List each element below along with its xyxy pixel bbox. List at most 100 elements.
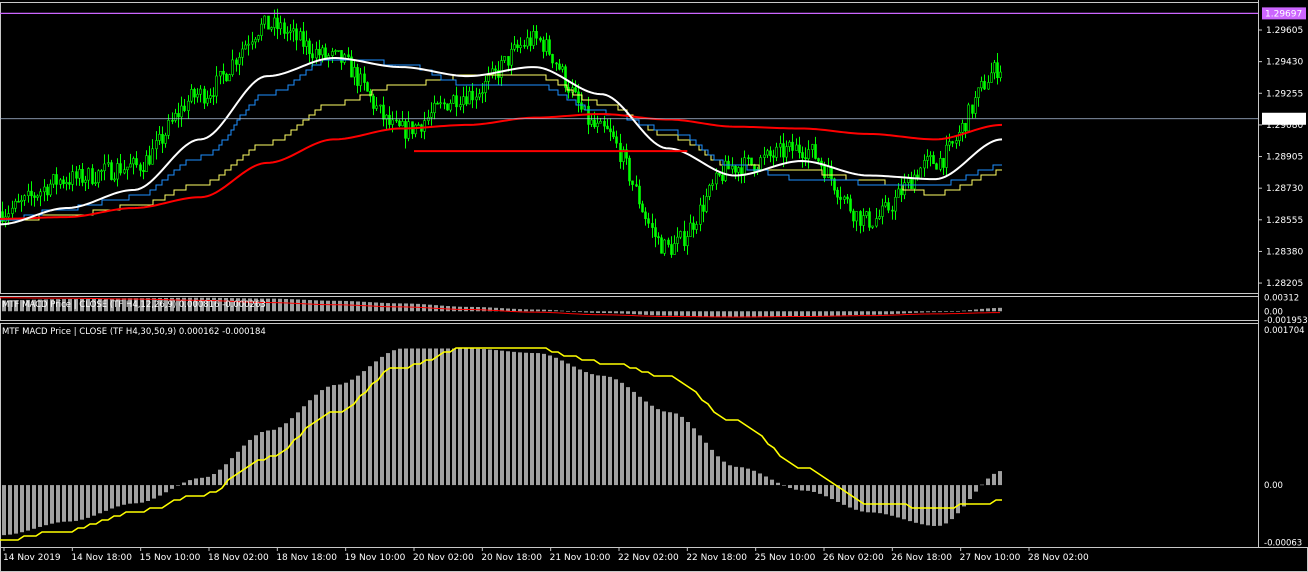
candle-body [209, 95, 212, 99]
candle-body [84, 179, 87, 183]
macd1-bar [770, 311, 774, 317]
macd2-bar [998, 471, 1002, 486]
candle-body [695, 224, 698, 230]
macd2-bar [290, 418, 294, 486]
macd2-bar [350, 379, 354, 486]
candle-body [747, 157, 750, 160]
candle-body [318, 48, 321, 56]
macd2-bar [482, 349, 486, 486]
macd2-bar [992, 473, 996, 486]
candle-body [939, 158, 942, 170]
macd2-bar [494, 350, 498, 486]
macd1-bar [842, 311, 846, 316]
macd1-bar [614, 311, 618, 314]
macd2-bar [806, 485, 810, 491]
candle-body [926, 156, 929, 161]
candle-body [231, 59, 234, 75]
macd2-bar [302, 406, 306, 486]
time-tick-label: 25 Nov 10:00 [755, 553, 816, 563]
macd2-bar [326, 386, 330, 486]
macd2-bar [320, 390, 324, 486]
candle-body [423, 120, 426, 132]
macd2-bar [458, 348, 462, 486]
candle-body [910, 177, 913, 190]
candle-body [785, 146, 788, 158]
candle-body [638, 185, 641, 205]
candle-body [510, 48, 513, 66]
macd2-bar [2, 485, 6, 536]
candle-body [590, 119, 593, 125]
candle-body [894, 196, 897, 212]
time-tick-label: 26 Nov 02:00 [823, 553, 884, 563]
candle-body [235, 59, 238, 65]
macd2-bar [128, 485, 132, 504]
candle-body [363, 73, 366, 83]
candle-body [628, 157, 631, 182]
macd1-bar [338, 300, 342, 312]
macd2-bar [842, 485, 846, 505]
candle-body [731, 165, 734, 170]
candle-body [990, 72, 993, 83]
macd2-bar [206, 476, 210, 486]
macd1-bar [686, 311, 690, 316]
macd2-bar [890, 485, 894, 516]
candle-body [203, 88, 206, 104]
macd2-bar [614, 379, 618, 486]
candle-body [516, 44, 519, 48]
candle-body [887, 202, 890, 211]
candle-body [612, 131, 615, 138]
candle-body [206, 98, 209, 104]
candle-body [331, 51, 334, 56]
macd1-bar [560, 310, 564, 312]
candle-body [151, 148, 154, 165]
macd2-bar [860, 485, 864, 512]
candle-body [507, 56, 510, 66]
time-tick-label: 20 Nov 02:00 [413, 553, 474, 563]
macd2-bar [20, 485, 24, 533]
candle-body [817, 158, 820, 162]
macd1-bar [554, 310, 558, 312]
candle-body [142, 170, 145, 172]
macd1-bar [308, 300, 312, 312]
macd2-bar [56, 485, 60, 523]
candle-body [782, 143, 785, 158]
candle-body [718, 172, 721, 176]
candle-body [996, 62, 999, 79]
candle-body [830, 166, 833, 180]
macd1-bar [620, 311, 624, 314]
candle-body [139, 164, 142, 171]
candle-body [78, 169, 81, 179]
macd1-bar [794, 311, 798, 317]
macd2-bar [314, 394, 318, 486]
candle-body [238, 56, 241, 65]
candle-body [702, 204, 705, 212]
macd2-bar [524, 352, 528, 486]
candle-body [481, 92, 484, 95]
candle-body [951, 141, 954, 144]
macd2-bar [938, 485, 942, 526]
macd1-bar [968, 310, 972, 312]
macd2-bar [584, 372, 588, 486]
macd2-bar [422, 348, 426, 486]
candle-body [647, 218, 650, 224]
macd2-bar [122, 485, 126, 505]
macd1-bar [914, 311, 918, 313]
candle-body [289, 30, 292, 33]
candle-body [68, 182, 71, 185]
current-price-label: 1.29114 [1265, 115, 1302, 125]
candle-body [132, 158, 135, 165]
candle-body [123, 169, 126, 174]
price-tick-label: 1.28905 [1266, 153, 1303, 163]
macd2-bar [530, 352, 534, 486]
macd2-bar [746, 468, 750, 486]
macd2-bar [548, 355, 552, 486]
macd2-bar [776, 482, 780, 486]
candle-body [948, 141, 951, 146]
candle-body [599, 121, 602, 124]
candle-body [436, 102, 439, 105]
macd1-bar [788, 311, 792, 317]
macd2-bar [758, 473, 762, 486]
candle-body [286, 32, 289, 34]
candle-body [859, 211, 862, 226]
candle-body [23, 195, 26, 201]
